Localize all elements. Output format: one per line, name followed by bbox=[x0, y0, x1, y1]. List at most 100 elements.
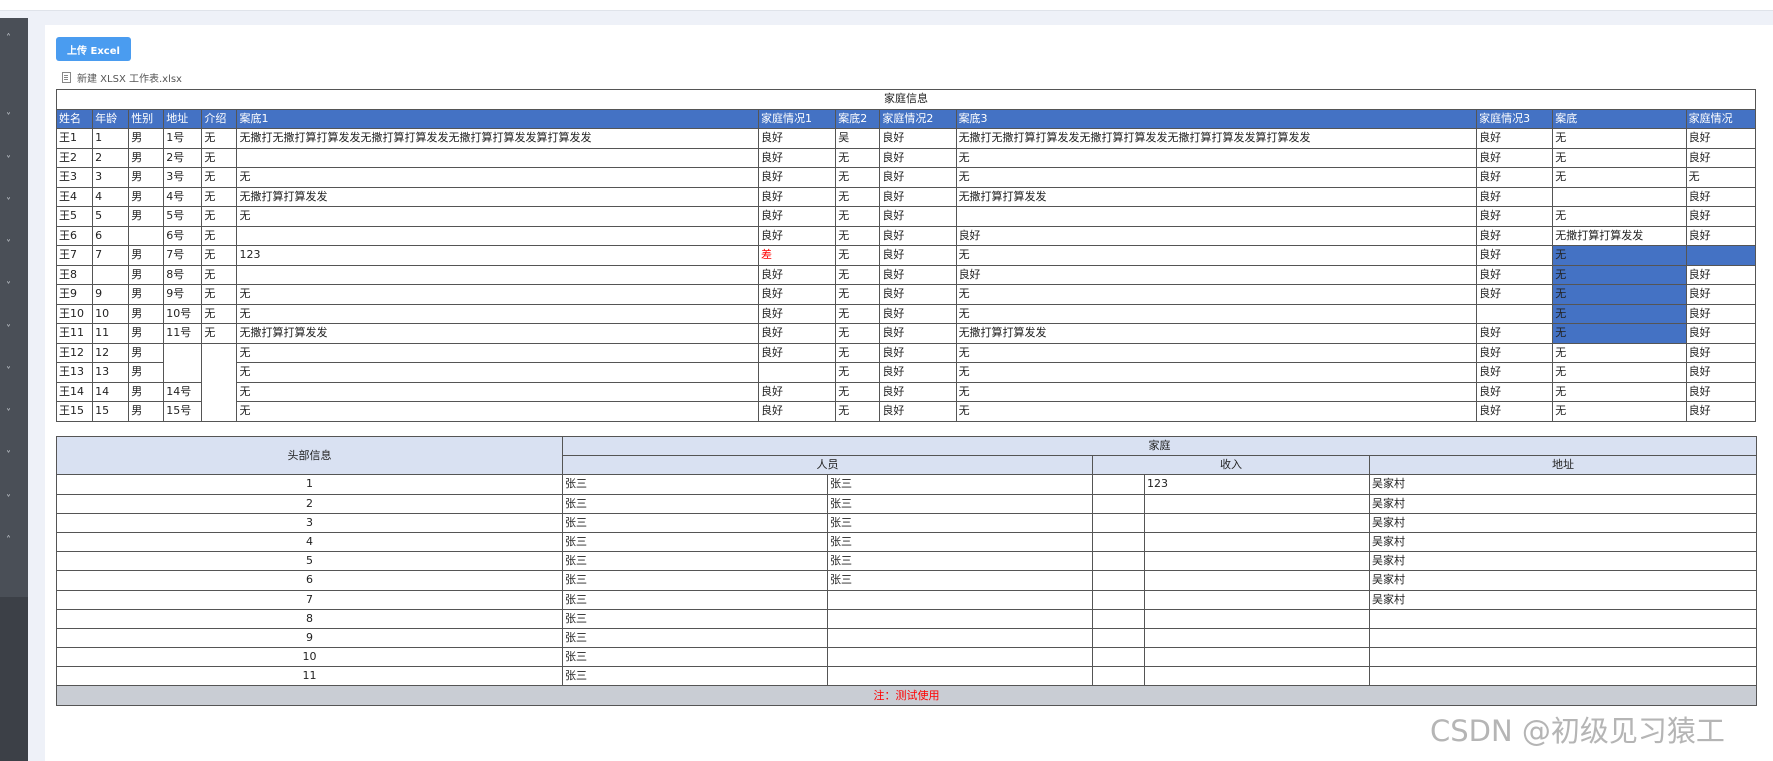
table-cell bbox=[1552, 186, 1687, 207]
table-row: 2 张三 张三 吴家村 bbox=[56, 493, 1758, 514]
table-cell: 良好 bbox=[757, 225, 837, 246]
table-cell bbox=[1092, 647, 1145, 668]
table-cell: 2号 bbox=[163, 147, 203, 168]
table-cell: 7 bbox=[56, 589, 563, 610]
csdn-watermark: CSDN @初级见习猿工 bbox=[1430, 714, 1725, 748]
table-cell: 无 bbox=[1552, 323, 1687, 344]
table-cell: 无撒打算打算发发 bbox=[236, 323, 759, 344]
table-cell: 差 bbox=[757, 245, 837, 266]
table-cell bbox=[92, 264, 130, 285]
table-cell: 9 bbox=[56, 627, 563, 649]
chevron-down-icon[interactable]: ˅ bbox=[0, 494, 17, 506]
table-row: 5 张三 张三 吴家村 bbox=[56, 551, 1758, 572]
table-cell: 无 bbox=[201, 225, 238, 246]
table-cell bbox=[201, 342, 238, 422]
table-note: 注：测试使用 bbox=[55, 685, 1758, 706]
table-cell: 良好 bbox=[757, 284, 837, 305]
table-cell: 无 bbox=[1552, 284, 1687, 305]
left-sidebar-lower bbox=[0, 597, 28, 761]
table-cell: 良好 bbox=[879, 186, 957, 207]
chevron-down-icon[interactable]: ˅ bbox=[0, 324, 17, 336]
table-cell: 良好 bbox=[879, 362, 957, 383]
table-row: 王6 6 6号无良好无良好 良好 良好 无撒打算打算发发 良好 bbox=[55, 225, 1757, 246]
table-cell: 良好 bbox=[879, 381, 957, 402]
table-cell bbox=[1368, 627, 1758, 649]
table-cell: 男 bbox=[128, 303, 165, 324]
table-cell: 无撒打算打算发发 bbox=[955, 186, 1478, 207]
table-cell: 良好 bbox=[757, 264, 837, 285]
table-cell: 男 bbox=[128, 362, 165, 383]
table-cell: 王4 bbox=[55, 186, 94, 207]
table-cell: 无 bbox=[835, 362, 881, 383]
table-cell: 吴家村 bbox=[1368, 493, 1758, 514]
header-info-table: 头部信息 家庭 人员 收入 地址 1 张三 张三 123 吴家村 2 张三 张三 吴家村 3 张三张… bbox=[55, 435, 1758, 706]
table-cell bbox=[1144, 647, 1370, 668]
table-cell: 张三 bbox=[562, 531, 828, 553]
table-cell: 无 bbox=[835, 342, 881, 363]
table-row: 王10 10 男 10号无无良好无良好无无良好 bbox=[55, 303, 1757, 324]
table-cell: 良好 bbox=[1476, 284, 1554, 305]
chevron-up-icon[interactable]: ˄ bbox=[0, 535, 17, 547]
table-cell bbox=[827, 647, 1093, 668]
table-cell: 良好 bbox=[879, 401, 957, 422]
table-cell bbox=[163, 342, 203, 383]
table-cell: 8号 bbox=[163, 264, 203, 285]
income-header: 收入 bbox=[1092, 455, 1370, 476]
chevron-down-icon[interactable]: ˅ bbox=[0, 155, 17, 167]
table-cell: 良好 bbox=[879, 167, 957, 188]
table-cell bbox=[1144, 512, 1370, 533]
table-cell bbox=[1476, 303, 1554, 324]
chevron-down-icon[interactable]: ˅ bbox=[0, 450, 17, 462]
table-cell: 良好 bbox=[1685, 342, 1757, 363]
table-cell bbox=[1144, 627, 1370, 649]
table-cell: 无 bbox=[201, 323, 238, 344]
table-cell bbox=[827, 666, 1093, 687]
chevron-down-icon[interactable]: ˅ bbox=[0, 112, 17, 124]
table-row: 王9 9 男 9号无无良好无良好无良好无良好 bbox=[55, 284, 1757, 305]
table-cell: 良好 bbox=[1685, 303, 1757, 324]
table-row: 王8 男 8号无良好无良好 良好 良好无良好 bbox=[55, 264, 1757, 285]
table-cell: 4号 bbox=[163, 186, 203, 207]
table-cell: 良好 bbox=[1476, 381, 1554, 402]
table-cell: 无 bbox=[1552, 362, 1687, 383]
chevron-up-icon[interactable]: ˄ bbox=[0, 33, 17, 45]
table-cell: 5 bbox=[92, 206, 130, 227]
table-cell: 王11 bbox=[55, 323, 94, 344]
table-cell: 张三 bbox=[827, 570, 1093, 591]
table-cell: 张三 bbox=[562, 551, 828, 572]
table-cell: 良好 bbox=[879, 206, 957, 227]
table-cell: 无 bbox=[1552, 245, 1687, 266]
table-cell: 良好 bbox=[1476, 206, 1554, 227]
table-cell bbox=[1144, 551, 1370, 572]
table-row: 王4 4 男 4号无无撒打算打算发发 良好无良好 无撒打算打算发发 良好 良好 bbox=[55, 186, 1757, 207]
table-cell: 良好 bbox=[955, 264, 1478, 285]
column-header: 家庭情况2 bbox=[879, 108, 957, 129]
table-row: 10 张三 bbox=[56, 647, 1758, 668]
uploaded-file[interactable]: 新建 XLSX 工作表.xlsx bbox=[62, 70, 182, 85]
table-cell: 无 bbox=[1552, 206, 1687, 227]
table-cell: 张三 bbox=[562, 647, 828, 668]
table-cell: 张三 bbox=[827, 493, 1093, 514]
table-cell: 2 bbox=[92, 147, 130, 168]
members-header: 人员 bbox=[562, 455, 1093, 476]
table-cell: 5 bbox=[56, 551, 563, 572]
chevron-down-icon[interactable]: ˅ bbox=[0, 281, 17, 293]
table-cell bbox=[827, 627, 1093, 649]
chevron-down-icon[interactable]: ˅ bbox=[0, 408, 17, 420]
table-cell: 无 bbox=[1552, 264, 1687, 285]
chevron-down-icon[interactable]: ˅ bbox=[0, 366, 17, 378]
table-cell: 男 bbox=[128, 167, 165, 188]
table-cell: 王2 bbox=[55, 147, 94, 168]
table-cell: 无 bbox=[955, 245, 1478, 266]
upload-excel-button[interactable]: 上传 Excel bbox=[56, 37, 131, 61]
chevron-down-icon[interactable]: ˅ bbox=[0, 197, 17, 209]
table-cell: 无 bbox=[1552, 342, 1687, 363]
table-cell: 5号 bbox=[163, 206, 203, 227]
table-row: 王15 15 男 15号无良好无良好无良好无良好 bbox=[55, 401, 1757, 422]
table-cell bbox=[1144, 493, 1370, 514]
table-cell: 张三 bbox=[562, 666, 828, 687]
chevron-down-icon[interactable]: ˅ bbox=[0, 239, 17, 251]
table-cell: 良好 bbox=[879, 264, 957, 285]
table-cell: 无 bbox=[236, 167, 759, 188]
table-cell: 张三 bbox=[827, 551, 1093, 572]
